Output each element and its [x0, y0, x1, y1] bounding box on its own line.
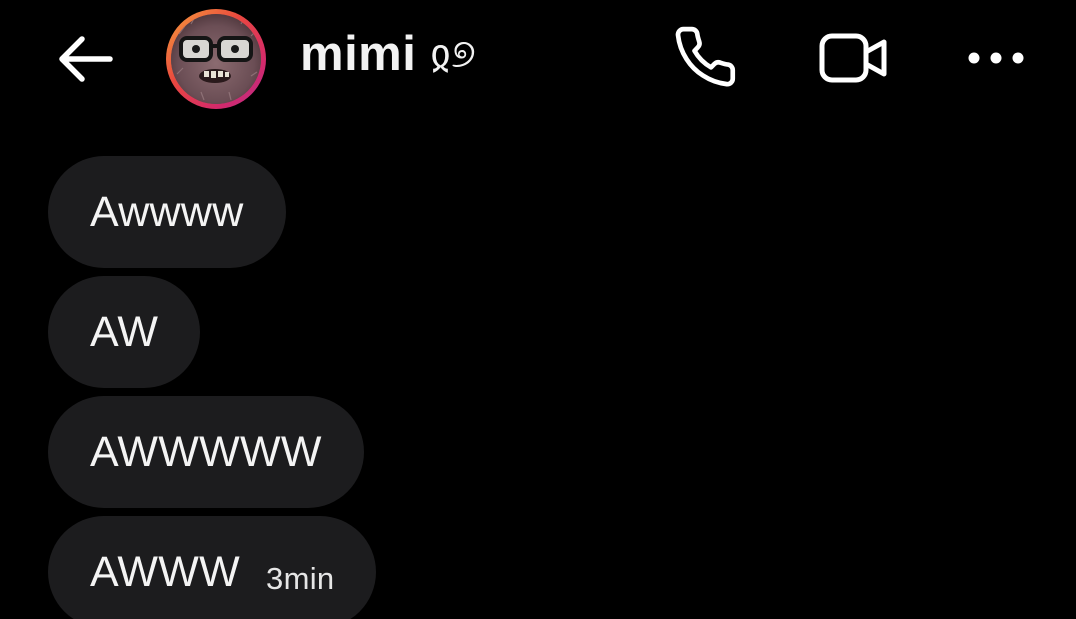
arrow-left-icon [59, 36, 113, 82]
contact-name-text: mimi [300, 27, 417, 81]
more-horizontal-icon [968, 52, 1024, 64]
video-call-button[interactable] [815, 22, 891, 94]
avatar[interactable] [166, 9, 266, 109]
contact-name-emoji: ჲ୭ [430, 31, 477, 77]
message-bubble[interactable]: AWWW 3min [48, 516, 377, 619]
phone-icon [675, 26, 736, 87]
message-bubble[interactable]: AWWWWW [48, 396, 364, 508]
message-bubble[interactable]: AW [48, 276, 201, 388]
message-timestamp: 3min [266, 561, 335, 596]
message-list: Awwww AW AWWWWW AWWW 3min [48, 156, 377, 619]
message-bubble[interactable]: Awwww [48, 156, 286, 268]
back-button[interactable] [50, 28, 120, 90]
audio-call-button[interactable] [672, 22, 744, 94]
message-text: AWWWWW [90, 427, 322, 476]
video-camera-icon [819, 33, 887, 83]
message-text: Awwww [90, 187, 244, 236]
message-text: AWWW [90, 547, 241, 596]
chat-screen: mimi ჲ୭ Awwww AW AWWWWW AWWW 3min [0, 0, 1076, 619]
contact-name[interactable]: mimi ჲ୭ [300, 22, 476, 86]
more-options-button[interactable] [963, 22, 1029, 94]
profile-photo [171, 14, 261, 104]
message-text: AW [90, 307, 159, 356]
